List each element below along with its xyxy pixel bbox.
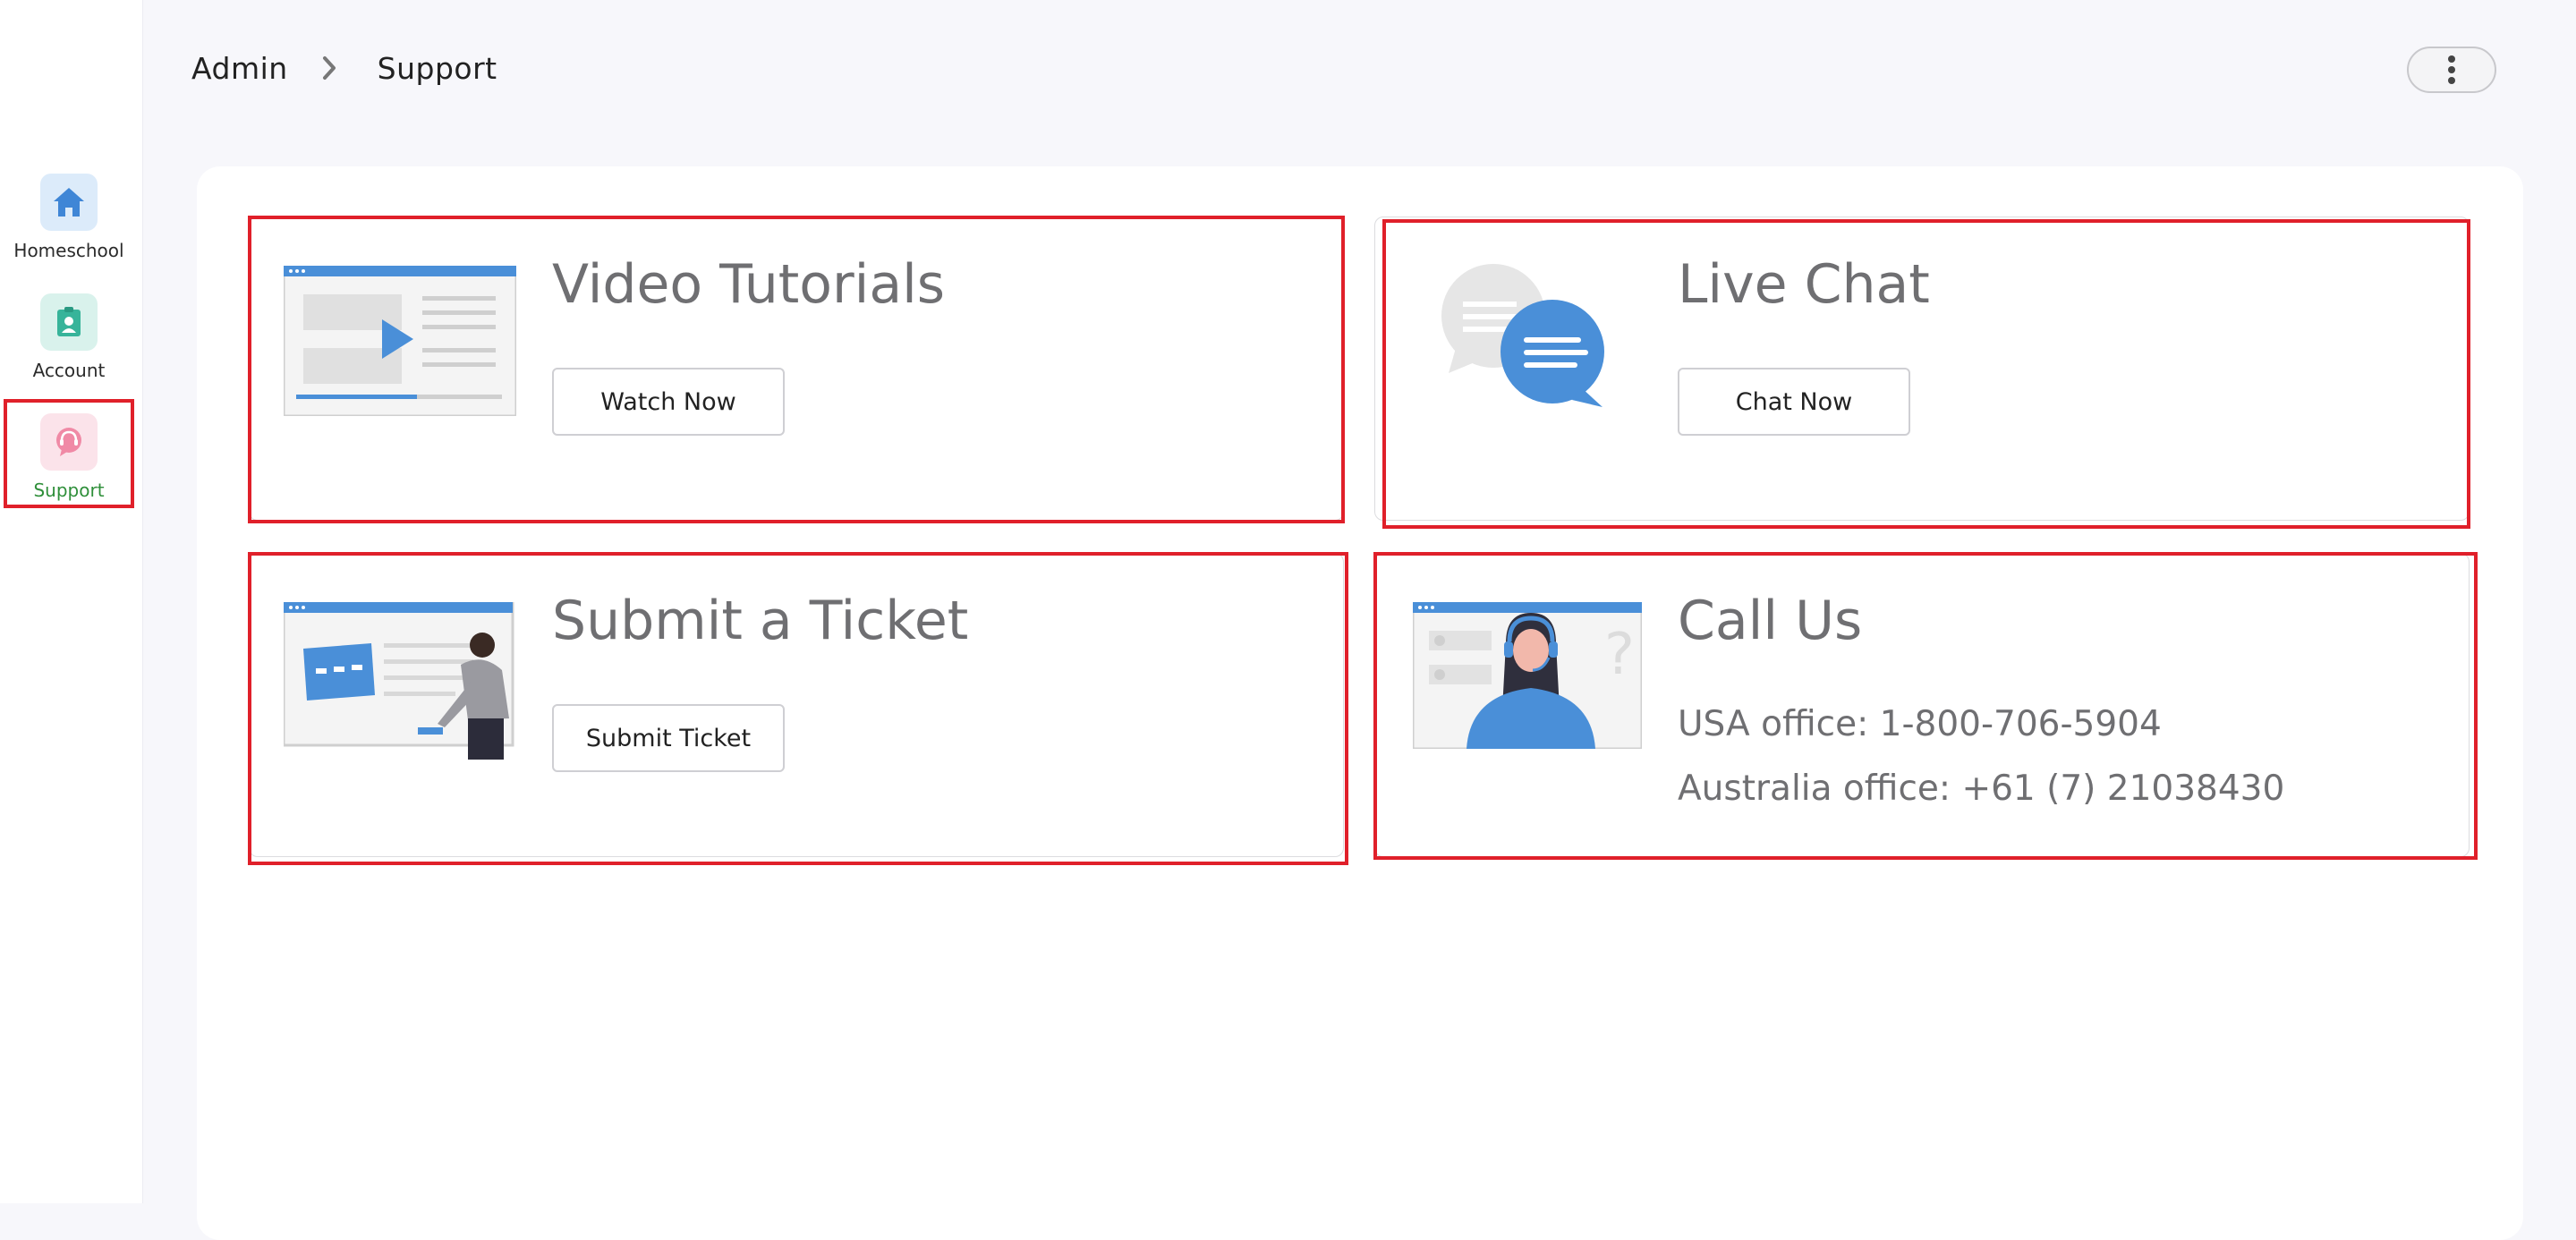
call-us-card: ? Call Us USA office: 1-800-706-5904 Aus…: [1373, 552, 2478, 860]
chat-now-button[interactable]: Chat Now: [1678, 368, 1910, 436]
australia-office-phone: Australia office: +61 (7) 21038430: [1678, 769, 2285, 809]
breadcrumb-admin[interactable]: Admin: [191, 51, 288, 86]
call-center-illustration: ?: [1413, 602, 1642, 749]
card-title: Submit a Ticket: [552, 590, 969, 652]
home-icon: [40, 174, 98, 231]
support-icon: [40, 413, 98, 471]
card-title: Live Chat: [1678, 253, 1930, 316]
video-tutorial-illustration: [284, 266, 516, 416]
sidebar-item-label: Account: [32, 360, 106, 381]
sidebar-item-support[interactable]: Support: [4, 399, 134, 508]
submit-ticket-button[interactable]: Submit Ticket: [552, 704, 785, 772]
chat-bubbles-illustration: [1441, 264, 1604, 407]
video-tutorials-card[interactable]: Video Tutorials Watch Now: [248, 216, 1345, 523]
usa-office-phone: USA office: 1-800-706-5904: [1678, 704, 2162, 744]
badge-icon: [40, 293, 98, 351]
watch-now-button[interactable]: Watch Now: [552, 368, 785, 436]
more-options-button[interactable]: [2407, 47, 2496, 93]
submit-ticket-card[interactable]: Submit a Ticket Submit Ticket: [248, 552, 1348, 865]
ticket-illustration: [284, 602, 514, 760]
sidebar-item-account[interactable]: Account: [5, 281, 132, 386]
support-panel: Video Tutorials Watch Now Live Chat Chat…: [197, 166, 2523, 1240]
card-title: Call Us: [1678, 590, 1863, 652]
sidebar-item-homeschool[interactable]: Homeschool: [5, 161, 132, 267]
sidebar: Homeschool Account Support: [0, 0, 143, 1203]
chevron-right-icon: [302, 50, 356, 86]
live-chat-card[interactable]: Live Chat Chat Now: [1374, 217, 2470, 529]
kebab-menu-icon: [2448, 55, 2455, 84]
sidebar-item-label: Support: [33, 480, 105, 501]
sidebar-item-label: Homeschool: [13, 240, 124, 261]
breadcrumb-current: Support: [377, 50, 497, 86]
card-title: Video Tutorials: [552, 253, 946, 316]
svg-text:?: ?: [1604, 622, 1635, 688]
breadcrumb: Admin Support: [191, 50, 497, 86]
